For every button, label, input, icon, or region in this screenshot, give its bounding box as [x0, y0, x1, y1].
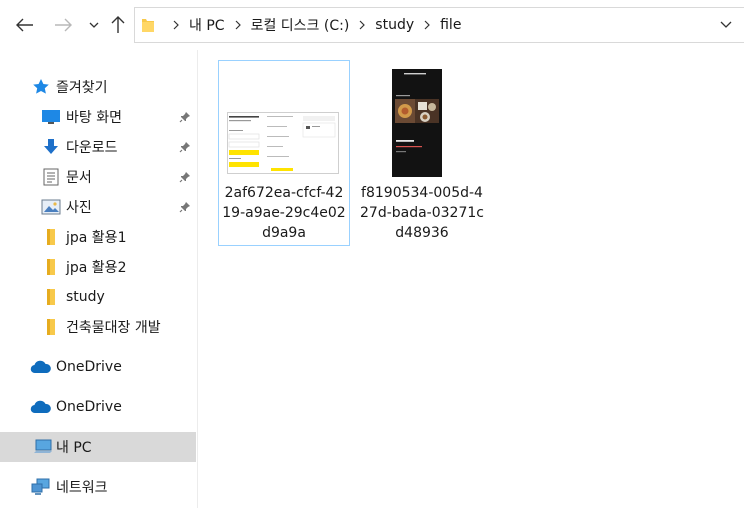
sidebar-item-folder-jpa2[interactable]: jpa 활용2	[0, 252, 196, 282]
download-arrow-icon	[40, 136, 62, 158]
back-button[interactable]	[10, 12, 40, 38]
sidebar-item-onedrive-2[interactable]: OneDrive	[0, 392, 196, 422]
folder-icon	[40, 256, 62, 278]
file-item-1[interactable]: 2af672ea-cfcf-4219-a9ae-29c4e02d9a9a	[218, 60, 350, 246]
sidebar-item-label: 문서	[66, 170, 92, 186]
chevron-right-icon[interactable]	[225, 20, 251, 30]
sidebar-item-folder-building[interactable]: 건축물대장 개발	[0, 312, 196, 342]
back-arrow-icon	[16, 18, 33, 32]
sidebar-item-network[interactable]: 네트워크	[0, 472, 196, 502]
sidebar-item-label: 사진	[66, 200, 92, 216]
sidebar-item-label: jpa 활용1	[66, 230, 127, 246]
chevron-down-icon	[89, 22, 99, 28]
folder-icon	[40, 316, 62, 338]
sidebar-item-label: OneDrive	[56, 359, 122, 375]
sidebar-item-label: 내 PC	[56, 440, 92, 456]
image-thumbnail	[392, 69, 442, 177]
file-name-label: f8190534-005d-427d-bada-03271cd48936	[360, 185, 484, 241]
file-list-view: 2af672ea-cfcf-4219-a9ae-29c4e02d9a9a f81…	[199, 50, 744, 508]
sidebar-item-label: 다운로드	[66, 140, 118, 156]
file-name-label: 2af672ea-cfcf-4219-a9ae-29c4e02d9a9a	[222, 185, 346, 241]
folder-icon	[40, 226, 62, 248]
address-history-button[interactable]	[718, 18, 734, 32]
onedrive-cloud-icon	[30, 396, 52, 418]
breadcrumb-this-pc[interactable]: 내 PC	[189, 15, 225, 35]
desktop-icon	[40, 106, 62, 128]
sidebar-item-onedrive-1[interactable]: OneDrive	[0, 352, 196, 382]
recent-locations-button[interactable]	[84, 12, 104, 38]
computer-icon	[32, 436, 54, 458]
sidebar-item-label: jpa 활용2	[66, 260, 127, 276]
sidebar-item-label: 네트워크	[56, 480, 108, 496]
sidebar-item-label: 건축물대장 개발	[66, 320, 161, 336]
chevron-down-icon	[720, 21, 732, 28]
sidebar-item-label: 즐겨찾기	[56, 80, 108, 96]
sidebar-item-documents[interactable]: 문서	[0, 162, 196, 192]
chevron-right-icon[interactable]	[349, 20, 375, 30]
folder-icon	[40, 286, 62, 308]
pin-icon[interactable]	[178, 200, 192, 214]
chevron-right-icon[interactable]	[414, 20, 440, 30]
pin-icon[interactable]	[178, 170, 192, 184]
folder-icon	[141, 17, 163, 33]
onedrive-cloud-icon	[30, 356, 52, 378]
sidebar-item-desktop[interactable]: 바탕 화면	[0, 102, 196, 132]
pictures-icon	[40, 196, 62, 218]
image-thumbnail	[227, 112, 339, 174]
chevron-right-icon[interactable]	[163, 20, 189, 30]
network-icon	[30, 476, 52, 498]
breadcrumb-local-disk[interactable]: 로컬 디스크 (C:)	[251, 15, 350, 35]
sidebar-item-folder-jpa1[interactable]: jpa 활용1	[0, 222, 196, 252]
forward-arrow-icon	[55, 18, 72, 32]
star-icon	[30, 76, 52, 98]
breadcrumb-study[interactable]: study	[375, 17, 414, 33]
sidebar-item-downloads[interactable]: 다운로드	[0, 132, 196, 162]
sidebar-item-folder-study[interactable]: study	[0, 282, 196, 312]
forward-button[interactable]	[48, 12, 78, 38]
address-bar[interactable]: 내 PC 로컬 디스크 (C:) study file	[134, 7, 744, 43]
sidebar-item-quick-access[interactable]: 즐겨찾기	[0, 72, 196, 102]
sidebar-item-this-pc[interactable]: 내 PC	[0, 432, 196, 462]
pin-icon[interactable]	[178, 140, 192, 154]
breadcrumb-file[interactable]: file	[440, 17, 461, 33]
navigation-bar: 내 PC 로컬 디스크 (C:) study file	[0, 0, 744, 50]
sidebar-item-label: study	[66, 289, 105, 305]
document-icon	[40, 166, 62, 188]
file-item-2[interactable]: f8190534-005d-427d-bada-03271cd48936	[356, 60, 488, 246]
sidebar-item-pictures[interactable]: 사진	[0, 192, 196, 222]
up-arrow-icon	[111, 16, 125, 33]
navigation-pane: 즐겨찾기 바탕 화면 다운로드 문서 사진 jpa 활용1 jpa 활용2 st…	[0, 60, 198, 508]
pane-splitter[interactable]	[197, 50, 198, 508]
pin-icon[interactable]	[178, 110, 192, 124]
sidebar-item-label: 바탕 화면	[66, 110, 122, 126]
sidebar-item-label: OneDrive	[56, 399, 122, 415]
up-button[interactable]	[106, 12, 130, 38]
